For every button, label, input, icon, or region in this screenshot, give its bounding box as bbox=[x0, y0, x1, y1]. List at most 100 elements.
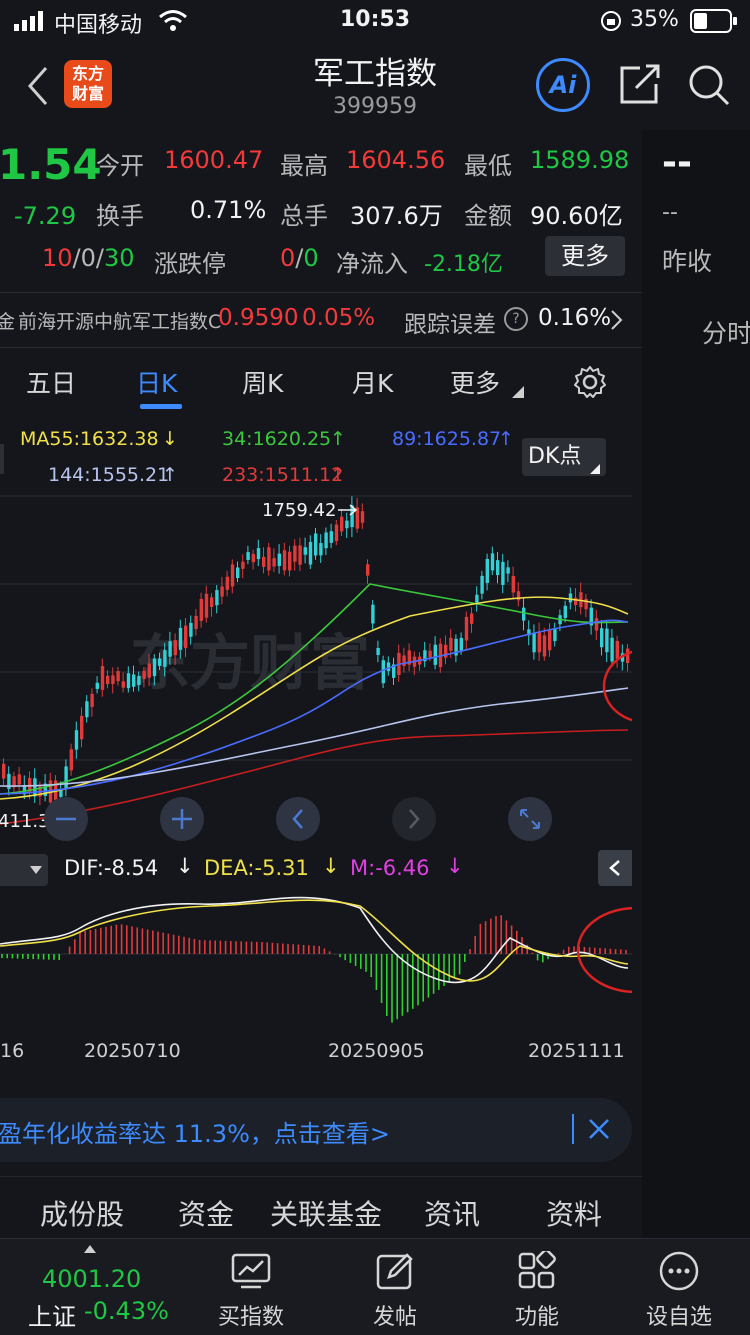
caret-up-icon bbox=[84, 1245, 96, 1253]
sh-index-value[interactable]: 4001.20 bbox=[42, 1265, 141, 1293]
macd-chart[interactable] bbox=[0, 888, 632, 1028]
candle-body bbox=[537, 631, 541, 653]
candle-body bbox=[376, 647, 380, 655]
tab-monthly-k[interactable]: 月K bbox=[352, 364, 393, 400]
candle-body bbox=[272, 558, 276, 567]
dropdown-corner-icon bbox=[590, 464, 600, 474]
candle-body bbox=[163, 650, 167, 667]
candle-body bbox=[522, 607, 526, 621]
tab-related-funds[interactable]: 关联基金 bbox=[270, 1193, 382, 1233]
limit-label: 涨跌停 bbox=[154, 250, 226, 278]
nav-post[interactable]: 发帖 bbox=[340, 1249, 450, 1331]
fullscreen-button[interactable] bbox=[508, 797, 552, 841]
ma144-value: 144:1555.21 bbox=[48, 464, 170, 486]
amount-label: 金额 bbox=[464, 202, 512, 230]
prev-close-label: 昨收 bbox=[662, 247, 713, 276]
open-value: 1600.47 bbox=[164, 146, 264, 174]
candle-body bbox=[470, 613, 474, 624]
ai-button[interactable]: Ai bbox=[536, 58, 590, 112]
more-dots-icon bbox=[659, 1251, 699, 1291]
active-tab-indicator bbox=[140, 404, 182, 409]
limit-count: 0/0 bbox=[280, 244, 319, 272]
promo-banner[interactable]: 盈年化收益率达 11.3%，点击查看> bbox=[0, 1098, 632, 1162]
tab-constituents[interactable]: 成份股 bbox=[40, 1193, 124, 1233]
candle-body bbox=[475, 594, 479, 603]
scroll-left-button[interactable] bbox=[276, 797, 320, 841]
indicator-selector[interactable] bbox=[0, 854, 48, 886]
ma-side-tab[interactable] bbox=[0, 444, 4, 474]
candle-body bbox=[178, 627, 183, 650]
up-down-count: 10/0/30 bbox=[42, 244, 135, 272]
dif-line bbox=[0, 896, 629, 984]
collapse-panel-button[interactable] bbox=[598, 850, 632, 886]
close-icon[interactable] bbox=[588, 1118, 610, 1140]
candle-body bbox=[277, 553, 281, 566]
nav-add-watchlist[interactable]: 设自选 bbox=[624, 1249, 734, 1331]
dea-arrow: ↓ bbox=[322, 854, 340, 878]
candle-body bbox=[210, 597, 214, 607]
ma55-value: MA55:1632.38 bbox=[20, 428, 159, 450]
date-tick-2: 20250905 bbox=[328, 1040, 425, 1062]
fund-pct: 0.05% bbox=[302, 305, 376, 331]
candle-body bbox=[345, 520, 349, 529]
search-icon[interactable] bbox=[686, 62, 732, 108]
signal-icon bbox=[14, 11, 43, 31]
more-button[interactable]: 更多 bbox=[545, 236, 625, 276]
fund-prefix: 金 bbox=[0, 311, 16, 333]
share-icon[interactable] bbox=[618, 62, 662, 106]
linked-fund-row[interactable]: 金 前海开源中航军工指数C 0.9590 0.05% 跟踪误差 ? 0.16% bbox=[0, 292, 642, 348]
candle-body bbox=[64, 766, 68, 790]
edit-icon bbox=[376, 1253, 413, 1290]
candle-body bbox=[371, 604, 375, 624]
trend-chart-icon bbox=[231, 1253, 271, 1289]
timeshare-label[interactable]: 分时 bbox=[702, 314, 750, 350]
tab-weekly-k[interactable]: 周K bbox=[242, 364, 283, 400]
candle-body bbox=[95, 682, 99, 689]
settings-gear-icon[interactable] bbox=[572, 364, 608, 400]
candle-body bbox=[241, 561, 245, 569]
tab-news[interactable]: 资讯 bbox=[424, 1193, 480, 1233]
candle-body bbox=[293, 545, 297, 562]
candle-body bbox=[282, 550, 287, 571]
volume-label: 总手 bbox=[280, 202, 328, 230]
dif-value: DIF:-8.54 bbox=[64, 856, 159, 880]
candle-body bbox=[173, 640, 177, 656]
chevron-left-icon bbox=[609, 860, 620, 876]
dea-line bbox=[0, 899, 629, 982]
date-tick-1: 20250710 bbox=[84, 1040, 181, 1062]
scroll-right-button[interactable] bbox=[392, 797, 436, 841]
help-icon[interactable]: ? bbox=[504, 307, 528, 331]
candle-body bbox=[215, 590, 219, 606]
candle-body bbox=[329, 531, 333, 543]
candle-body bbox=[194, 615, 198, 629]
nav-label: 买指数 bbox=[217, 1305, 284, 1330]
candle-body bbox=[184, 625, 188, 649]
m-value: M:-6.46 bbox=[350, 856, 430, 880]
candle-body bbox=[480, 575, 484, 594]
candle-body bbox=[251, 553, 255, 563]
rotation-lock-icon bbox=[601, 11, 621, 31]
nav-buy-index[interactable]: 买指数 bbox=[196, 1249, 306, 1331]
tab-funds-flow[interactable]: 资金 bbox=[178, 1193, 234, 1233]
dif-arrow: ↓ bbox=[176, 854, 194, 878]
ma89-value: 89:1625.87 bbox=[392, 428, 502, 450]
tab-daily-k[interactable]: 日K bbox=[136, 364, 177, 400]
candle-body bbox=[111, 675, 115, 685]
candle-body bbox=[501, 561, 505, 585]
candlestick-chart[interactable]: 东方财富 1759.42 411.37 bbox=[0, 494, 632, 854]
candle-body bbox=[626, 648, 630, 664]
quote-panel: 1.54 -7.29 今开 1600.47 最高 1604.56 最低 1589… bbox=[0, 130, 642, 292]
bottom-section-tabs: 成份股 资金 关联基金 资讯 资料 bbox=[0, 1176, 642, 1239]
tab-5day[interactable]: 五日 bbox=[26, 364, 76, 400]
candle-body bbox=[69, 749, 73, 771]
bottom-toolbar: 4001.20 上证 -0.43% 买指数 发帖 功能 设自选 bbox=[0, 1238, 750, 1335]
tab-more[interactable]: 更多 bbox=[450, 364, 500, 400]
nav-functions[interactable]: 功能 bbox=[482, 1249, 592, 1331]
candle-body bbox=[236, 567, 240, 579]
separator: / bbox=[72, 244, 81, 272]
candle-body bbox=[506, 567, 510, 574]
candle-body bbox=[402, 655, 406, 667]
inflow-value: -2.18亿 bbox=[424, 252, 503, 277]
tab-profile[interactable]: 资料 bbox=[546, 1193, 602, 1233]
high-marker-label: 1759.42 bbox=[262, 500, 336, 521]
